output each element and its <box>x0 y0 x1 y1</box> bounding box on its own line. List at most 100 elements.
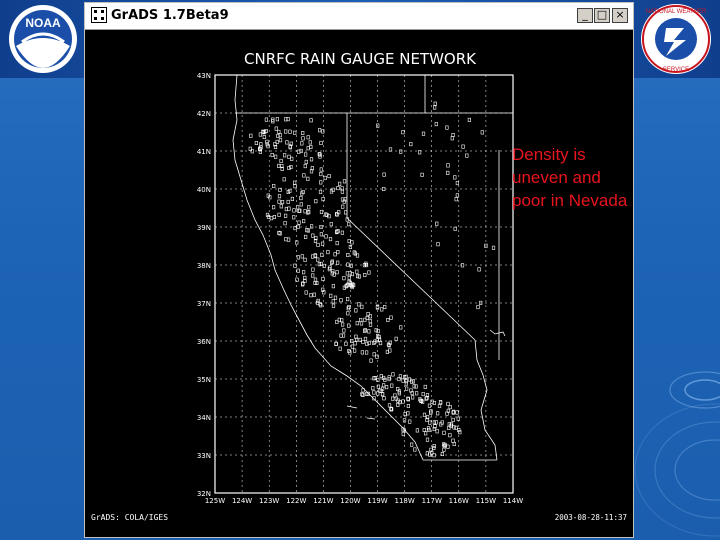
rain-gauge-marker <box>347 304 351 309</box>
rain-gauge-marker <box>310 224 314 229</box>
rain-gauge-marker <box>412 384 416 389</box>
annotation-line-1: Density is <box>512 145 586 164</box>
rain-gauge-marker <box>307 205 311 210</box>
svg-text:NATIONAL WEATHER: NATIONAL WEATHER <box>646 9 707 15</box>
rain-gauge-marker <box>382 172 386 177</box>
rain-gauge-marker <box>422 427 426 432</box>
rain-gauge-marker <box>287 166 291 171</box>
rain-gauge-marker <box>340 189 345 194</box>
rain-gauge-marker <box>284 129 288 134</box>
lat-tick-label: 39N <box>197 224 211 232</box>
lon-tick-label: 115W <box>476 497 496 505</box>
rain-gauge-marker <box>286 199 290 204</box>
rain-gauge-marker <box>452 441 456 446</box>
rain-gauge-marker <box>306 146 310 151</box>
rain-gauge-marker <box>319 209 324 214</box>
rain-gauge-marker <box>342 276 346 281</box>
rain-gauge-marker <box>283 221 287 226</box>
rain-gauge-marker <box>382 396 386 401</box>
rain-gauge-marker <box>274 126 278 131</box>
rain-gauge-marker <box>290 196 295 201</box>
density-annotation: Density is uneven and poor in Nevada <box>512 143 652 212</box>
rain-gauge-marker <box>491 245 496 250</box>
rain-gauge-marker <box>284 213 288 218</box>
grads-window: GrADS 1.7Beta9 _ □ × CNRFC RAIN GAUGE NE… <box>84 2 634 538</box>
svg-text:SERVICE: SERVICE <box>663 67 689 73</box>
rain-gauge-marker <box>287 237 291 242</box>
lon-tick-label: 114W <box>503 497 523 505</box>
rain-gauge-marker <box>333 252 337 257</box>
rain-gauge-marker <box>340 186 344 191</box>
rain-gauge-marker <box>375 354 379 359</box>
rain-gauge-marker <box>306 176 310 181</box>
rain-gauge-marker <box>433 101 437 106</box>
close-button[interactable]: × <box>612 8 628 23</box>
lon-tick-label: 119W <box>367 497 387 505</box>
rain-gauge-marker <box>306 135 310 140</box>
rain-gauge-marker <box>413 447 417 452</box>
rain-gauge-marker <box>342 328 346 333</box>
rain-gauge-marker <box>367 270 371 275</box>
rain-gauge-marker <box>321 129 325 134</box>
lon-tick-label: 122W <box>286 497 306 505</box>
rain-gauge-marker <box>254 141 259 146</box>
rain-gauge-marker <box>354 308 358 313</box>
rain-gauge-marker <box>386 317 390 322</box>
rain-gauge-marker <box>465 153 469 158</box>
rain-gauge-marker <box>314 199 318 204</box>
rain-gauge-marker <box>455 193 460 198</box>
rain-gauge-marker <box>448 405 452 410</box>
rain-gauge-marker <box>338 346 342 351</box>
rain-gauge-marker <box>296 255 301 260</box>
rain-gauge-marker <box>384 385 389 390</box>
rain-gauge-marker <box>347 222 351 227</box>
rain-gauge-marker <box>311 254 315 259</box>
rain-gauge-marker <box>406 403 411 408</box>
rain-gauge-marker <box>442 447 446 452</box>
rain-gauge-marker <box>422 412 427 417</box>
rain-gauge-marker <box>404 381 409 386</box>
rain-gauge-marker <box>435 411 440 416</box>
rain-gauge-marker <box>381 383 386 388</box>
rain-gauge-marker <box>369 358 373 363</box>
rain-gauge-marker <box>285 140 289 145</box>
rain-gauge-marker <box>296 224 300 229</box>
window-titlebar[interactable]: GrADS 1.7Beta9 _ □ × <box>85 3 633 30</box>
rain-gauge-marker <box>346 253 350 258</box>
rain-gauge-marker <box>318 189 323 194</box>
rain-gauge-marker <box>432 105 437 110</box>
rain-gauge-marker <box>408 419 412 424</box>
rain-gauge-marker <box>309 145 313 150</box>
rain-gauge-marker <box>414 391 419 396</box>
rain-gauge-marker <box>299 202 303 207</box>
rain-gauge-marker <box>340 230 345 235</box>
rain-gauge-marker <box>277 129 281 134</box>
rain-gauge-marker <box>331 299 335 304</box>
rain-gauge-marker <box>432 420 437 425</box>
rain-gauge-marker <box>284 237 288 242</box>
latitude-labels: 43N42N41N40N39N38N37N36N35N34N33N32N <box>197 72 211 498</box>
maximize-button[interactable]: □ <box>594 8 610 23</box>
rain-gauge-marker <box>319 180 323 185</box>
rain-gauge-marker <box>353 341 357 346</box>
rain-gauge-marker <box>344 341 348 346</box>
rain-gauge-marker <box>451 438 455 443</box>
minimize-button[interactable]: _ <box>577 8 593 23</box>
rain-gauge-marker <box>300 141 304 146</box>
rain-gauge-marker <box>363 273 367 278</box>
rain-gauge-marker <box>364 350 369 355</box>
rain-gauge-marker <box>315 281 319 286</box>
rain-gauge-marker <box>311 267 315 272</box>
rain-gauge-marker <box>336 186 340 191</box>
lon-tick-label: 118W <box>394 497 414 505</box>
rain-gauge-marker <box>461 144 465 149</box>
annotation-line-2: uneven and <box>512 168 601 187</box>
rain-gauge-marker <box>378 341 383 346</box>
rain-gauge-marker <box>277 163 281 168</box>
lon-tick-label: 121W <box>313 497 333 505</box>
rain-gauge-marker <box>435 429 439 434</box>
rain-gauge-marker <box>272 215 277 220</box>
rain-gauge-marker <box>312 292 316 297</box>
rain-gauge-marker <box>372 352 376 357</box>
rain-gauge-marker <box>295 240 299 245</box>
